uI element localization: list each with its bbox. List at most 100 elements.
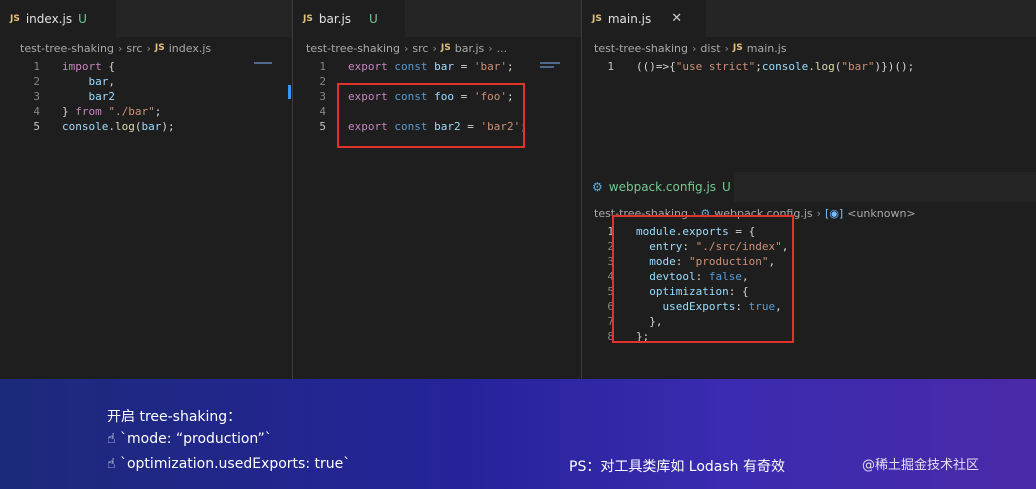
untracked-badge: U <box>78 11 87 26</box>
code-token: bar2 <box>88 90 116 103</box>
line-number: 2 <box>33 75 40 88</box>
breadcrumb-symbol[interactable]: <unknown> <box>847 207 915 220</box>
tab-bar: JS bar.js U <box>293 0 581 37</box>
code-line[interactable]: 1 export const bar = 'bar'; <box>293 59 581 74</box>
tab-label: index.js <box>25 11 73 26</box>
chevron-right-icon: › <box>816 206 822 220</box>
code-line[interactable]: 4} from "./bar"; <box>0 104 292 119</box>
breadcrumb-file[interactable]: main.js <box>747 42 787 55</box>
code-token: log <box>814 60 835 73</box>
breadcrumb-folder[interactable]: dist <box>700 42 720 55</box>
code-token: ; <box>755 60 762 73</box>
line-number: 3 <box>33 90 40 103</box>
tab-bar: JS index.js U <box>0 0 292 37</box>
chevron-right-icon: › <box>146 41 151 55</box>
caption-ps-note: PS：对工具类库如 Lodash 有奇效 <box>569 459 785 475</box>
editor-pane-index: JS index.js U test-tree-shaking › src › … <box>0 0 292 379</box>
code-token: . <box>108 120 115 133</box>
breadcrumb-folder[interactable]: src <box>412 42 428 55</box>
chevron-right-icon: › <box>724 41 729 55</box>
breadcrumb-folder[interactable]: src <box>126 42 142 55</box>
code-token: ; <box>507 60 514 73</box>
code-token: bar <box>434 60 454 73</box>
highlight-box-webpack-config <box>612 215 794 343</box>
code-token: "./bar" <box>108 105 155 118</box>
minimap[interactable] <box>254 62 272 64</box>
code-line[interactable]: 5 console. log(bar); <box>0 119 292 134</box>
breadcrumb-folder[interactable]: test-tree-shaking <box>20 42 114 55</box>
tab-index-js[interactable]: JS index.js U <box>0 0 116 37</box>
tab-label: webpack.config.js <box>608 180 717 194</box>
symbol-icon: [◉] <box>825 206 844 220</box>
untracked-badge: U <box>722 180 731 194</box>
code-token: , <box>108 75 115 88</box>
webpack-icon: ⚙ <box>592 180 603 194</box>
line-number: 5 <box>33 120 40 133</box>
js-file-icon: JS <box>10 13 20 24</box>
breadcrumb: test-tree-shaking › src › JS bar.js › ..… <box>293 37 581 59</box>
breadcrumb: test-tree-shaking › src › JS index.js <box>0 37 292 59</box>
editor-pane-main: JS main.js ✕ test-tree-shaking › dist › … <box>582 0 1036 170</box>
tab-label: bar.js <box>318 11 352 26</box>
breadcrumb-more[interactable]: ... <box>497 42 508 55</box>
untracked-badge: U <box>369 11 378 26</box>
code-token: = <box>454 60 474 73</box>
code-line[interactable]: 1 (()=>{"use strict"; console. log("bar")})… <box>582 59 1036 74</box>
breadcrumb-file[interactable]: index.js <box>169 42 211 55</box>
tab-bar-js[interactable]: JS bar.js U <box>293 0 405 37</box>
code-token: export <box>348 60 388 73</box>
code-editor[interactable]: 1 import {2 bar, 3 bar2 4} from "./bar"; 5 co… <box>0 59 292 134</box>
breadcrumb-folder[interactable]: test-tree-shaking <box>594 42 688 55</box>
code-token: (()=>{ <box>636 60 676 73</box>
js-file-icon: JS <box>154 43 165 53</box>
code-line[interactable]: 3 bar2 <box>0 89 292 104</box>
code-token: const <box>394 60 428 73</box>
code-token: ); <box>161 120 175 133</box>
tab-bar: JS main.js ✕ <box>582 0 1036 37</box>
code-token: console <box>761 60 809 73</box>
code-line[interactable]: 2 bar, <box>0 74 292 89</box>
chevron-right-icon: › <box>692 41 697 55</box>
code-token: } <box>62 105 76 118</box>
line-number: 1 <box>33 60 40 73</box>
line-number: 1 <box>607 60 614 73</box>
code-token: )})(); <box>874 60 915 73</box>
breadcrumb-folder[interactable]: test-tree-shaking <box>306 42 400 55</box>
caption-point-used-exports-text: `optimization.usedExports: true` <box>119 456 351 472</box>
minimap[interactable] <box>540 66 554 68</box>
scrollbar-marker[interactable] <box>288 85 291 99</box>
tab-webpack-config[interactable]: ⚙ webpack.config.js U <box>582 172 734 202</box>
editor-pane-bar: JS bar.js U test-tree-shaking › src › JS… <box>293 0 581 379</box>
code-token: from <box>75 105 102 118</box>
line-number: 4 <box>33 105 40 118</box>
caption-point-mode-text: `mode: “production”` <box>119 431 272 447</box>
breadcrumb-file[interactable]: bar.js <box>455 42 485 55</box>
js-file-icon: JS <box>303 13 313 24</box>
js-file-icon: JS <box>732 43 743 53</box>
code-token: ( <box>834 60 842 73</box>
breadcrumb: test-tree-shaking › dist › JS main.js <box>582 37 1036 59</box>
code-token: ; <box>154 105 162 118</box>
code-editor[interactable]: 1 (()=>{"use strict"; console. log("bar")})… <box>582 59 1036 74</box>
code-token: 'bar' <box>473 60 507 73</box>
chevron-right-icon: › <box>118 41 123 55</box>
code-token: "bar" <box>841 60 875 73</box>
close-icon[interactable]: ✕ <box>671 11 682 26</box>
caption-point-mode: ☝ `mode: “production”` <box>107 431 272 447</box>
chevron-right-icon: › <box>432 41 437 55</box>
code-line[interactable]: 1 import { <box>0 59 292 74</box>
code-token: import <box>62 60 102 73</box>
tab-bar: ⚙ webpack.config.js U <box>582 172 1036 202</box>
code-token: log <box>114 120 135 133</box>
tab-main-js[interactable]: JS main.js ✕ <box>582 0 706 37</box>
chevron-right-icon: › <box>488 41 493 55</box>
pointing-hand-icon: ☝ <box>107 431 116 447</box>
code-token: console <box>62 120 109 133</box>
caption-heading: 开启 tree-shaking： <box>107 409 242 425</box>
minimap[interactable] <box>540 62 560 64</box>
